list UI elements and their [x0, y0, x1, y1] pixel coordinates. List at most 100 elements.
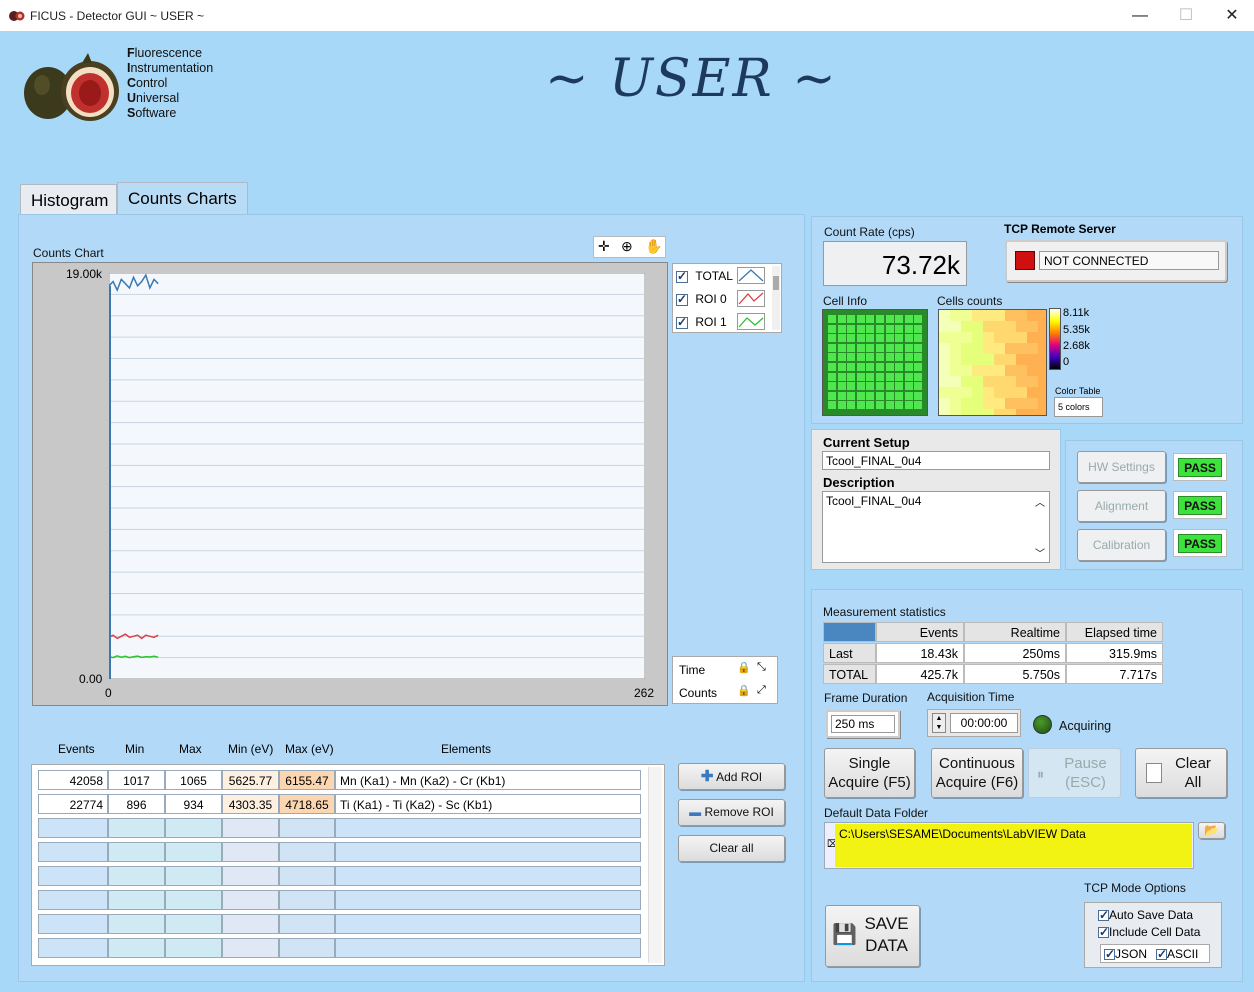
legend-item-roi0[interactable]: ROI 0 [676, 292, 727, 306]
roi-cell-min_ev[interactable] [222, 938, 279, 958]
default-folder-control[interactable]: ⌧ C:\Users\SESAME\Documents\LabVIEW Data [824, 822, 1194, 869]
cell-info-pixel[interactable] [866, 363, 875, 371]
roi-cell-max[interactable]: 1065 [165, 770, 222, 790]
cell-info-pixel[interactable] [856, 391, 865, 400]
roi-cell-elements[interactable]: Mn (Ka1) - Mn (Ka2) - Cr (Kb1) [335, 770, 641, 790]
y-autoscale-icon[interactable]: ⤢ [757, 684, 766, 697]
cell-info-pixel[interactable] [856, 363, 865, 371]
cell-info-pixel[interactable] [866, 353, 875, 362]
roi-cell-min_ev[interactable]: 5625.77 [222, 770, 279, 790]
cell-info-pixel[interactable] [876, 401, 884, 410]
cell-info-pixel[interactable] [856, 382, 865, 391]
roi-cell-max[interactable] [165, 866, 222, 886]
cell-info-pixel[interactable] [876, 382, 884, 391]
roi-cell-max_ev[interactable] [279, 890, 335, 910]
cell-info-pixel[interactable] [885, 324, 894, 333]
cell-info-pixel[interactable] [895, 372, 904, 381]
cell-info-pixel[interactable] [876, 391, 884, 400]
cell-info-pixel[interactable] [904, 401, 913, 410]
cell-info-pixel[interactable] [837, 334, 846, 343]
calibration-button[interactable]: Calibration [1077, 529, 1166, 561]
tab-counts-charts[interactable]: Counts Charts [117, 182, 248, 216]
cell-info-pixel[interactable] [914, 343, 923, 352]
roi-cell-max_ev[interactable] [279, 842, 335, 862]
cell-info-pixel[interactable] [828, 343, 836, 352]
roi-cell-max_ev[interactable] [279, 866, 335, 886]
cell-info-pixel[interactable] [856, 343, 865, 352]
cell-info-pixel[interactable] [866, 401, 875, 410]
cell-info-pixel[interactable] [856, 324, 865, 333]
minimize-button[interactable]: — [1117, 0, 1163, 31]
cell-info-pixel[interactable] [847, 324, 856, 333]
cell-info-pixel[interactable] [904, 391, 913, 400]
maximize-button[interactable]: ☐ [1163, 0, 1209, 31]
roi-cell-min_ev[interactable]: 4303.35 [222, 794, 279, 814]
roi-cell-events[interactable] [38, 938, 108, 958]
roi-table-scrollbar[interactable] [648, 767, 662, 963]
cell-info-pixel[interactable] [876, 353, 884, 362]
cell-info-pixel[interactable] [885, 353, 894, 362]
color-table-select[interactable]: 5 colors [1054, 397, 1103, 417]
cell-info-pixel[interactable] [828, 315, 836, 323]
y-lock-icon[interactable]: 🔒 [737, 684, 751, 697]
save-data-button[interactable]: 💾 SAVE DATA [825, 905, 920, 967]
cell-info-pixel[interactable] [895, 324, 904, 333]
cell-info-pixel[interactable] [885, 334, 894, 343]
cell-info-pixel[interactable] [847, 315, 856, 323]
cell-info-pixel[interactable] [914, 324, 923, 333]
cell-info-pixel[interactable] [847, 382, 856, 391]
acquisition-time-field[interactable]: 00:00:00 [950, 713, 1018, 733]
cell-info-pixel[interactable] [914, 401, 923, 410]
cell-info-pixel[interactable] [856, 401, 865, 410]
cell-info-pixel[interactable] [904, 372, 913, 381]
cell-info-pixel[interactable] [876, 372, 884, 381]
cell-info-pixel[interactable] [856, 334, 865, 343]
cell-info-pixel[interactable] [837, 343, 846, 352]
cell-info-pixel[interactable] [904, 324, 913, 333]
roi-cell-max[interactable] [165, 842, 222, 862]
roi-cell-elements[interactable] [335, 842, 641, 862]
cell-info-pixel[interactable] [904, 363, 913, 371]
roi-cell-max[interactable] [165, 938, 222, 958]
cell-info-pixel[interactable] [885, 382, 894, 391]
cell-info-pixel[interactable] [895, 391, 904, 400]
include-cell-option[interactable]: Include Cell Data [1098, 925, 1200, 939]
cell-info-pixel[interactable] [904, 315, 913, 323]
auto-save-option[interactable]: Auto Save Data [1098, 908, 1193, 922]
roi-cell-events[interactable] [38, 866, 108, 886]
cell-info-pixel[interactable] [847, 401, 856, 410]
roi-cell-min_ev[interactable] [222, 818, 279, 838]
cell-info-pixel[interactable] [876, 343, 884, 352]
cell-info-pixel[interactable] [847, 372, 856, 381]
cell-info-pixel[interactable] [847, 363, 856, 371]
alignment-button[interactable]: Alignment [1077, 490, 1166, 522]
cell-info-pixel[interactable] [866, 372, 875, 381]
roi-cell-events[interactable]: 42058 [38, 770, 108, 790]
cell-info-pixel[interactable] [866, 391, 875, 400]
remove-roi-button[interactable]: ▬ Remove ROI [678, 799, 785, 826]
cell-info-pixel[interactable] [837, 353, 846, 362]
continuous-acquire-button[interactable]: Continuous Acquire (F6) [931, 748, 1023, 798]
description-scroll-down-icon[interactable]: ﹀ [1035, 545, 1045, 560]
default-folder-path[interactable]: C:\Users\SESAME\Documents\LabVIEW Data [835, 824, 1192, 867]
add-roi-button[interactable]: ✚ Add ROI [678, 763, 785, 790]
cell-info-pixel[interactable] [885, 401, 894, 410]
cell-info-pixel[interactable] [895, 334, 904, 343]
cell-info-pixel[interactable] [904, 382, 913, 391]
cell-info-pixel[interactable] [885, 363, 894, 371]
cell-info-pixel[interactable] [914, 382, 923, 391]
legend-scrollbar[interactable] [772, 266, 780, 330]
cell-info-pixel[interactable] [904, 343, 913, 352]
json-option[interactable]: JSON [1104, 947, 1147, 961]
legend-total-checkbox[interactable] [676, 269, 688, 283]
roi-cell-max_ev[interactable] [279, 818, 335, 838]
roi-cell-elements[interactable] [335, 914, 641, 934]
cell-info-pixel[interactable] [847, 343, 856, 352]
description-field[interactable]: Tcool_FINAL_0u4 ︿ ﹀ [822, 491, 1050, 563]
cell-info-pixel[interactable] [856, 315, 865, 323]
cell-info-pixel[interactable] [876, 334, 884, 343]
roi-cell-max_ev[interactable]: 6155.47 [279, 770, 335, 790]
roi-cell-elements[interactable] [335, 938, 641, 958]
cell-info-pixel[interactable] [876, 324, 884, 333]
roi-cell-min[interactable] [108, 890, 165, 910]
